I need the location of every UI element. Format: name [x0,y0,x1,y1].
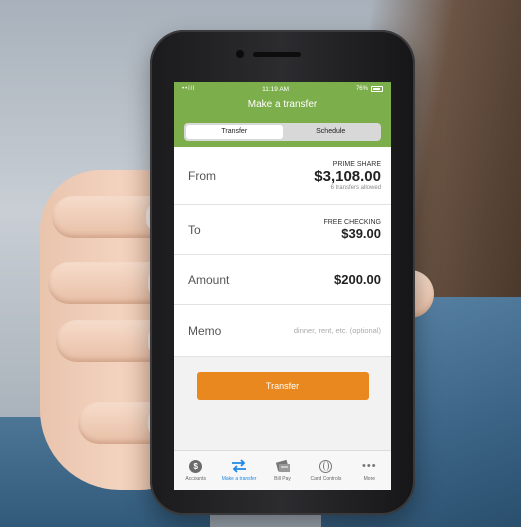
globe-icon [319,459,333,473]
to-account-name: FREE CHECKING [323,218,381,226]
tab-label: More [363,476,376,482]
battery-status: 76% [356,86,383,92]
from-account-value: PRIME SHARE $3,108.00 6 transfers allowe… [314,161,381,191]
status-time: 11:19 AM [262,85,290,93]
bill-pay-icon [275,459,291,473]
transfers-allowed-note: 6 transfers allowed [330,184,381,191]
amount-value[interactable]: $200.00 [334,272,381,287]
front-camera [236,50,244,58]
app-header: ••ill 11:19 AM 76% Make a transfer Trans… [174,82,391,147]
to-account-value: FREE CHECKING $39.00 [323,219,381,241]
dollar-coin-icon: $ [189,459,203,473]
from-account-row[interactable]: From PRIME SHARE $3,108.00 6 transfers a… [174,147,391,205]
more-dots-icon: ••• [362,460,377,472]
tab-make-a-transfer[interactable]: Make a transfer [217,451,260,490]
amount-row[interactable]: Amount $200.00 [174,255,391,305]
tab-accounts[interactable]: $ Accounts [174,451,217,490]
from-account-balance: $3,108.00 [314,167,381,185]
tab-bar: $ Accounts Make a transfer Bill Pay Card… [174,450,391,490]
from-account-name: PRIME SHARE [332,160,381,168]
to-account-balance: $39.00 [341,225,381,241]
tab-label: Accounts [185,476,206,482]
page-title: Make a transfer [247,99,318,110]
segmented-control: Transfer Schedule [184,123,381,141]
phone-speaker [253,52,301,57]
tab-more[interactable]: ••• More [348,451,391,490]
tab-label: Make a transfer [221,476,257,482]
to-label: To [188,222,201,237]
from-label: From [188,168,216,183]
status-bar: ••ill 11:19 AM 76% [174,82,391,96]
memo-row: Memo [174,305,391,357]
tab-label: Bill Pay [274,476,291,482]
phone-screen: ••ill 11:19 AM 76% Make a transfer Trans… [174,82,391,490]
tab-bill-pay[interactable]: Bill Pay [261,451,304,490]
transfer-button[interactable]: Transfer [196,372,369,400]
memo-label: Memo [188,323,222,338]
memo-input[interactable] [251,326,381,335]
tab-card-controls[interactable]: Card Controls [304,451,347,490]
transfer-button-area: Transfer [174,357,391,415]
battery-percent: 76% [355,86,368,92]
amount-label: Amount [188,272,230,287]
segment-schedule[interactable]: Schedule [283,125,380,139]
tab-label: Card Controls [310,476,342,482]
phone-device: ••ill 11:19 AM 76% Make a transfer Trans… [150,30,415,515]
segment-transfer[interactable]: Transfer [186,125,283,139]
transfer-arrows-icon [231,459,247,473]
battery-icon [370,86,383,92]
signal-indicator: ••ill [182,86,196,92]
to-account-row[interactable]: To FREE CHECKING $39.00 [174,205,391,255]
